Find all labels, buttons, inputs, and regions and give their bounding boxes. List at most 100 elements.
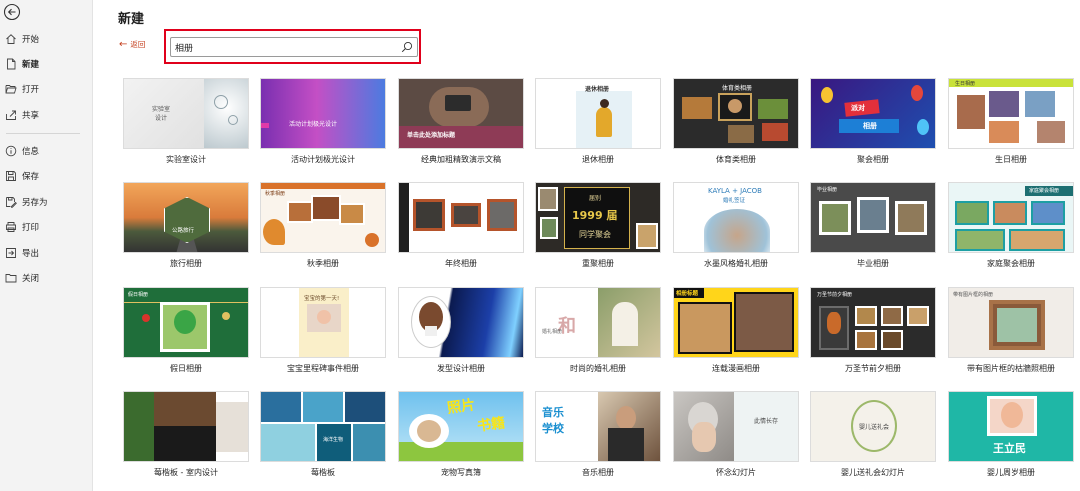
sidebar-item-export[interactable]: 导出 [0, 242, 93, 264]
template-tile-memorial[interactable]: 此情长存 怀念幻灯片 [673, 391, 799, 478]
sidebar-divider [6, 133, 80, 134]
sidebar-item-label: 开始 [22, 35, 40, 45]
sidebar-item-save-as[interactable]: 另存为 [0, 191, 93, 213]
template-thumbnail: 毕业相册 [810, 182, 936, 253]
template-thumbnail [398, 182, 524, 253]
sidebar-item-label: 关闭 [22, 274, 40, 284]
template-thumbnail: 派对 相册 [810, 78, 936, 149]
thumb-text: 退休相册 [585, 86, 610, 93]
template-thumbnail: 万圣节前夕相册 [810, 287, 936, 358]
print-icon [6, 222, 16, 232]
sidebar-item-label: 打开 [22, 85, 40, 95]
template-tile-moodboard[interactable]: 海洋生物 莓楷板 [260, 391, 386, 478]
thumb-text: 相册 [863, 122, 877, 130]
template-tile-stylish-wedding[interactable]: 和 婚礼相册 时尚的婚礼相册 [535, 287, 661, 374]
app-window: 开始 新建 打开 共享 信息 保存 另存为 打印 导出 关闭 新建 ← 返回 相… [0, 0, 1080, 491]
template-thumbnail: 家庭聚会相册 [948, 182, 1074, 253]
template-thumbnail: 照片 书籍 [398, 391, 524, 462]
sidebar-item-label: 导出 [22, 249, 40, 259]
thumb-text: 毕业相册 [817, 187, 838, 193]
template-label: 实验室设计 [166, 155, 206, 164]
thumb-text: 此情长存 [754, 418, 779, 425]
template-thumbnail [123, 391, 249, 462]
template-tile-lab-design[interactable]: 实验室 设计 实验室设计 [123, 78, 249, 165]
template-tile-reunion[interactable]: 届别 1999 届 同学聚会 重聚相册 [535, 182, 661, 269]
sidebar-item-open[interactable]: 打开 [0, 78, 93, 100]
thumb-text: 假日相册 [128, 292, 149, 298]
sidebar-item-new[interactable]: 新建 [0, 53, 93, 75]
sidebar-item-label: 新建 [22, 60, 40, 70]
template-tile-moodboard-interior[interactable]: 莓楷板 - 室内设计 [123, 391, 249, 478]
template-tile-music[interactable]: 音乐 学校 音乐相册 [535, 391, 661, 478]
search-icon[interactable] [401, 41, 413, 53]
template-label: 带有图片框的枯牆照相册 [967, 364, 1055, 373]
thumb-text: 王立民 [993, 442, 1026, 455]
template-tile-sports[interactable]: 体育类相册 体育类相册 [673, 78, 799, 165]
new-file-icon [7, 58, 16, 70]
thumb-text: 体育类相册 [722, 85, 753, 92]
search-input[interactable] [175, 40, 399, 54]
sidebar-item-close[interactable]: 关闭 [0, 267, 93, 289]
template-label: 旅行相册 [170, 259, 202, 268]
template-label: 年终相册 [445, 259, 477, 268]
template-tile-baby-shower[interactable]: 婴儿送礼会 婴儿送礼会幻灯片 [810, 391, 936, 478]
template-thumbnail: 活动计划极光设计 [260, 78, 386, 149]
template-tile-hairstyle[interactable]: 发型设计相册 [398, 287, 524, 374]
template-label: 活动计划极光设计 [291, 155, 355, 164]
home-icon [6, 34, 16, 44]
template-tile-party[interactable]: 派对 相册 聚会相册 [810, 78, 936, 165]
template-tile-classic-bold[interactable]: 单击此处添加标题 经典加粗精致演示文稿 [398, 78, 524, 165]
template-label: 重聚相册 [582, 259, 614, 268]
thumb-text: 活动计划极光设计 [289, 121, 338, 128]
sidebar-item-info[interactable]: 信息 [0, 140, 93, 162]
template-tile-baby-first-year[interactable]: 王立民 婴儿周岁相册 [948, 391, 1074, 478]
template-label: 生日相册 [995, 155, 1027, 164]
template-thumbnail: 体育类相册 [673, 78, 799, 149]
template-label: 婴儿周岁相册 [987, 468, 1035, 477]
template-tile-birthday[interactable]: 生日相册 生日相册 [948, 78, 1074, 165]
template-tile-baby-milestone[interactable]: 宝宝的第一天! 宝宝里程碑事件相册 [260, 287, 386, 374]
save-as-icon [6, 197, 17, 208]
template-tile-holiday[interactable]: 假日相册 假日相册 [123, 287, 249, 374]
sidebar-item-label: 保存 [22, 172, 40, 182]
template-tile-graduation[interactable]: 毕业相册 毕业相册 [810, 182, 936, 269]
template-tile-retirement[interactable]: 退休相册 退休相册 [535, 78, 661, 165]
template-tile-framed-photos[interactable]: 带有图片框的相册 带有图片框的枯牆照相册 [948, 287, 1074, 374]
template-tile-year-end[interactable]: 年终相册 [398, 182, 524, 269]
template-label: 退休相册 [582, 155, 614, 164]
sidebar: 开始 新建 打开 共享 信息 保存 另存为 打印 导出 关闭 [0, 0, 93, 491]
thumb-text: 届别 [589, 195, 602, 202]
search-box[interactable] [170, 37, 418, 57]
template-label: 毕业相册 [857, 259, 889, 268]
thumb-text: 万圣节前夕相册 [817, 292, 853, 298]
template-thumbnail: 海洋生物 [260, 391, 386, 462]
thumb-text: 婚礼相册 [542, 329, 563, 335]
template-tile-comic[interactable]: 相册标题 连载漫画相册 [673, 287, 799, 374]
template-thumbnail: 王立民 [948, 391, 1074, 462]
template-label: 发型设计相册 [437, 364, 485, 373]
back-arrow-icon[interactable] [3, 3, 21, 21]
sidebar-item-save[interactable]: 保存 [0, 165, 93, 187]
thumb-text: 生日相册 [955, 81, 976, 87]
thumb-text: 海洋生物 [323, 437, 344, 443]
template-tile-aurora-event[interactable]: 活动计划极光设计 活动计划极光设计 [260, 78, 386, 165]
template-tile-family-reunion[interactable]: 家庭聚会相册 家庭聚会相册 [948, 182, 1074, 269]
template-thumbnail: 婴儿送礼会 [810, 391, 936, 462]
template-label: 时尚的婚礼相册 [570, 364, 626, 373]
template-tile-travel[interactable]: 公路旅行 旅行相册 [123, 182, 249, 269]
sidebar-item-print[interactable]: 打印 [0, 216, 93, 238]
thumb-text: 音乐 [542, 406, 564, 419]
template-thumbnail: 假日相册 [123, 287, 249, 358]
template-thumbnail: 带有图片框的相册 [948, 287, 1074, 358]
template-tile-pet-book[interactable]: 照片 书籍 宠物写真簿 [398, 391, 524, 478]
template-label: 宝宝里程碑事件相册 [287, 364, 359, 373]
template-tile-ink-wedding[interactable]: KAYLA + JACOB 婚礼签证 水墨风格婚礼相册 [673, 182, 799, 269]
template-label: 秋季相册 [307, 259, 339, 268]
sidebar-item-share[interactable]: 共享 [0, 104, 93, 126]
template-tile-halloween[interactable]: 万圣节前夕相册 万圣节前夕相册 [810, 287, 936, 374]
template-tile-autumn[interactable]: 秋季相册 秋季相册 [260, 182, 386, 269]
back-link[interactable]: ← 返回 [119, 39, 145, 50]
template-thumbnail [398, 287, 524, 358]
sidebar-item-home[interactable]: 开始 [0, 28, 93, 50]
template-label: 婴儿送礼会幻灯片 [841, 468, 905, 477]
